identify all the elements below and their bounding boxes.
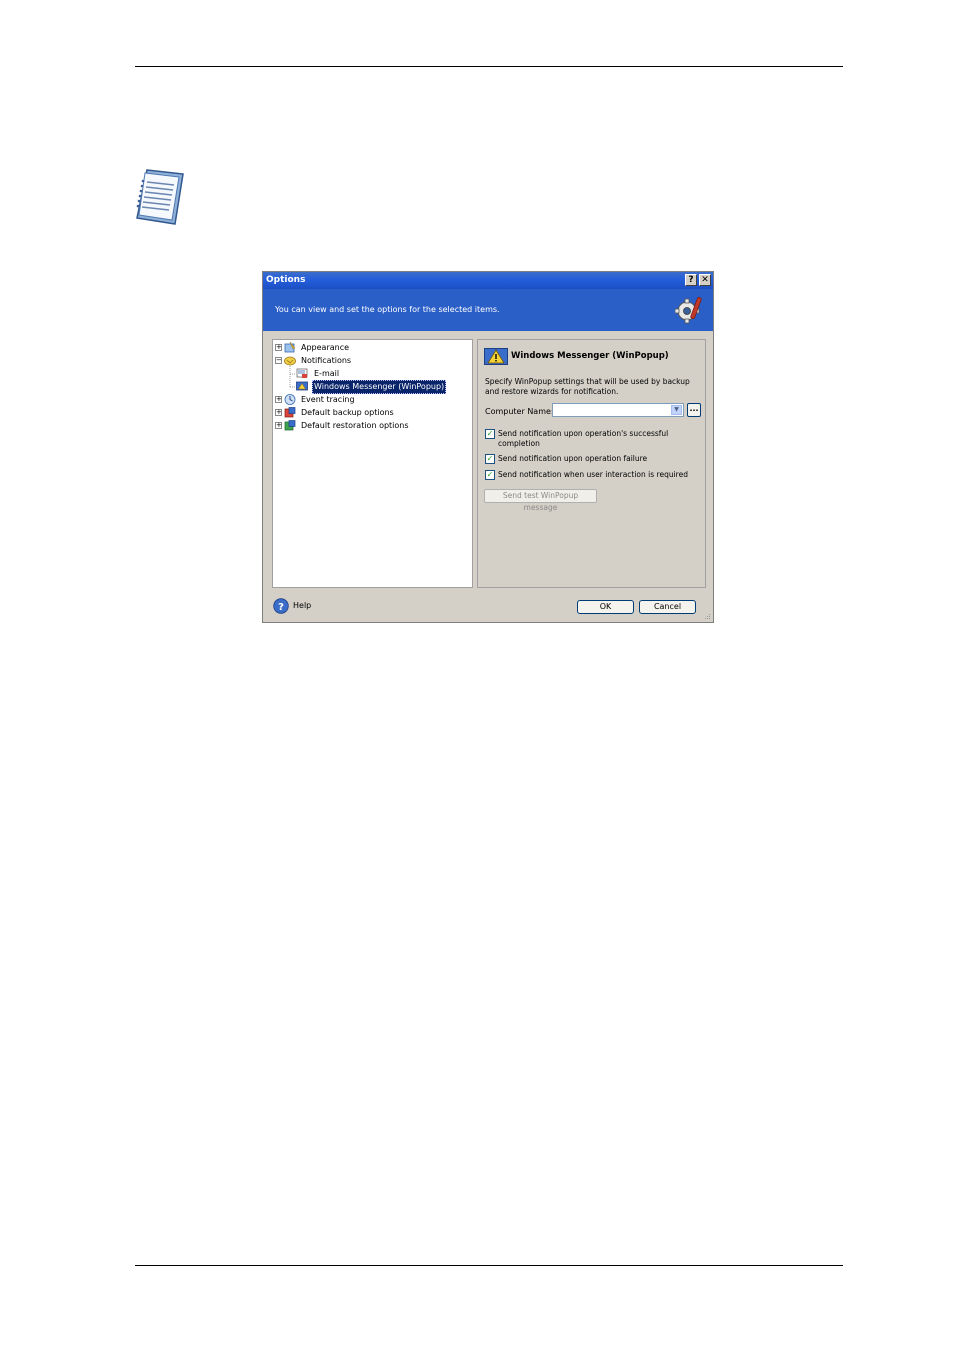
options-tree[interactable]: + Appearance − Notifications E-mail Wind… xyxy=(272,339,473,588)
winpopup-warning-icon xyxy=(484,348,508,365)
tree-item-label: Appearance xyxy=(301,343,350,352)
checkbox-label: Send notification upon operation failure xyxy=(498,454,648,463)
computer-name-combobox[interactable]: ▼ xyxy=(552,403,684,417)
tree-item-label: Default restoration options xyxy=(301,421,409,430)
checkbox[interactable]: ✓ xyxy=(485,429,495,439)
dialog-titlebar[interactable]: Options ? ✕ xyxy=(263,272,713,289)
expand-icon[interactable]: + xyxy=(275,422,282,429)
panel-title: Windows Messenger (WinPopup) xyxy=(511,351,669,361)
restoration-options-icon xyxy=(284,420,296,431)
tree-item-label: E-mail xyxy=(314,369,340,378)
help-link[interactable]: Help xyxy=(293,601,311,610)
tree-item-default-backup-options[interactable]: + Default backup options xyxy=(273,407,472,419)
tree-connector-lines xyxy=(289,366,295,388)
note-icon xyxy=(136,169,184,225)
options-dialog: Options ? ✕ You can view and set the opt… xyxy=(262,271,714,623)
cancel-button[interactable]: Cancel xyxy=(639,600,696,614)
help-icon[interactable]: ? xyxy=(273,598,289,614)
checkbox[interactable]: ✓ xyxy=(485,470,495,480)
browse-button[interactable]: ... xyxy=(687,403,701,417)
send-test-winpopup-button[interactable]: Send test WinPopup message xyxy=(484,489,597,512)
page-header-rule xyxy=(135,66,843,67)
tree-item-label: Notifications xyxy=(301,356,352,365)
tree-item-label: Event tracing xyxy=(301,395,355,404)
checkbox-label: Send notification when user interaction … xyxy=(498,470,688,479)
tree-item-default-restoration-options[interactable]: + Default restoration options xyxy=(273,420,472,432)
tree-item-label-selected: Windows Messenger (WinPopup) xyxy=(312,380,447,394)
expand-icon[interactable]: + xyxy=(275,409,282,416)
tree-item-label: Default backup options xyxy=(301,408,394,417)
dialog-title: Options xyxy=(266,275,306,285)
backup-options-icon xyxy=(284,407,296,418)
chevron-down-icon[interactable]: ▼ xyxy=(671,405,682,415)
computer-name-label: Computer Name: xyxy=(485,407,554,416)
page-footer-rule xyxy=(135,1265,843,1266)
gear-wrench-icon xyxy=(675,297,702,324)
dialog-banner: You can view and set the options for the… xyxy=(263,289,713,331)
checkbox-label: Send notification upon operation's succe… xyxy=(498,429,669,448)
svg-text:?: ? xyxy=(278,602,284,613)
resize-grip-icon[interactable] xyxy=(703,612,711,620)
ok-button[interactable]: OK xyxy=(577,600,634,614)
close-button[interactable]: ✕ xyxy=(699,274,711,286)
checkbox[interactable]: ✓ xyxy=(485,454,495,464)
dialog-subtitle: You can view and set the options for the… xyxy=(275,305,500,314)
settings-panel: Windows Messenger (WinPopup) Specify Win… xyxy=(477,339,706,588)
help-title-button[interactable]: ? xyxy=(685,274,697,286)
panel-description: Specify WinPopup settings that will be u… xyxy=(485,377,690,396)
